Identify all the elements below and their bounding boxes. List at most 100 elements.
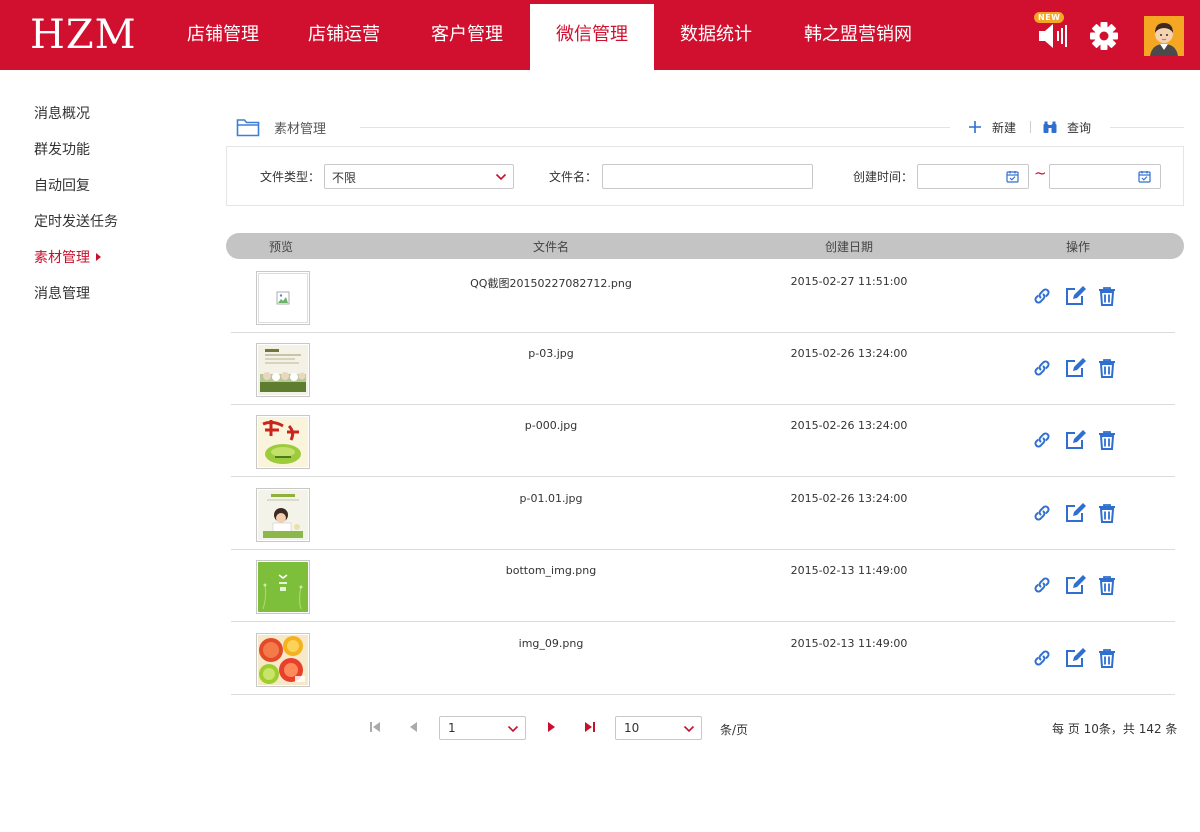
trash-icon[interactable] — [1096, 647, 1118, 669]
thumbnail-fruit[interactable] — [256, 633, 310, 687]
table-row: p-03.jpg 2015-02-26 13:24:00 — [231, 333, 1175, 405]
nav-data-statistics[interactable]: 数据统计 — [654, 4, 778, 70]
calendar-icon[interactable] — [1138, 170, 1151, 183]
created-time-label: 创建时间： — [853, 170, 914, 184]
start-date-input[interactable] — [917, 164, 1029, 189]
edit-icon[interactable] — [1064, 357, 1086, 379]
created-date-cell: 2015-02-13 11:49:00 — [790, 637, 908, 650]
chevron-down-icon — [495, 173, 507, 181]
thumbnail-green[interactable] — [256, 560, 310, 614]
column-header-created-date[interactable]: 创建日期 — [825, 238, 873, 255]
new-badge: NEW — [1034, 12, 1065, 23]
edit-icon[interactable] — [1064, 502, 1086, 524]
table-row: p-01.01.jpg 2015-02-26 13:24:00 — [231, 478, 1175, 550]
logo: HZM — [30, 12, 137, 58]
new-button[interactable]: 新建 — [968, 118, 1016, 136]
sidebar-item-material-management[interactable]: 素材管理 — [34, 240, 184, 276]
file-type-select[interactable]: 不限 — [324, 164, 514, 189]
file-type-label: 文件类型： — [260, 170, 321, 184]
file-name-input[interactable] — [602, 164, 813, 189]
created-date-cell: 2015-02-26 13:24:00 — [790, 492, 908, 505]
sidebar-item-message-overview[interactable]: 消息概况 — [34, 96, 184, 132]
edit-icon[interactable] — [1064, 429, 1086, 451]
divider — [1030, 121, 1031, 133]
created-date-cell: 2015-02-13 11:49:00 — [790, 564, 908, 577]
edit-icon[interactable] — [1064, 574, 1086, 596]
sidebar-item-scheduled-tasks[interactable]: 定时发送任务 — [34, 204, 184, 240]
next-page-icon[interactable] — [545, 719, 559, 735]
file-name-cell: p-000.jpg — [524, 419, 578, 432]
created-date-cell: 2015-02-26 13:24:00 — [790, 419, 908, 432]
binoculars-icon — [1043, 121, 1057, 133]
pagination-summary: 每 页 10条，共 142 条 — [1052, 722, 1178, 736]
trash-icon[interactable] — [1096, 357, 1118, 379]
link-icon[interactable] — [1031, 285, 1053, 307]
top-header: HZM 店铺管理 店铺运营 客户管理 微信管理 数据统计 韩之盟营销网 NEW — [0, 0, 1200, 70]
end-date-input[interactable] — [1049, 164, 1161, 189]
sidebar-item-auto-reply[interactable]: 自动回复 — [34, 168, 184, 204]
link-icon[interactable] — [1031, 647, 1053, 669]
prev-page-icon[interactable] — [406, 719, 420, 735]
sidebar-item-mass-send[interactable]: 群发功能 — [34, 132, 184, 168]
link-icon[interactable] — [1031, 357, 1053, 379]
query-button-label: 查询 — [1067, 120, 1092, 135]
date-range-separator: ~ — [1034, 164, 1047, 182]
new-button-label: 新建 — [992, 120, 1017, 135]
trash-icon[interactable] — [1096, 574, 1118, 596]
user-avatar[interactable] — [1144, 16, 1184, 56]
per-page-unit: 条/页 — [720, 723, 749, 737]
page-size-value: 10 — [624, 721, 640, 735]
page-number-value: 1 — [448, 721, 456, 735]
section-title: 素材管理 — [274, 121, 327, 137]
table-row: img_09.png 2015-02-13 11:49:00 — [231, 623, 1175, 695]
nav-customer-management[interactable]: 客户管理 — [404, 4, 530, 70]
nav-hzm-marketing[interactable]: 韩之盟营销网 — [778, 4, 938, 70]
last-page-icon[interactable] — [583, 719, 597, 735]
speaker-icon[interactable]: NEW — [1034, 12, 1070, 50]
edit-icon[interactable] — [1064, 285, 1086, 307]
thumbnail-child-reading[interactable] — [256, 488, 310, 542]
thumbnail-new-year[interactable] — [256, 415, 310, 469]
calendar-icon[interactable] — [1006, 170, 1019, 183]
trash-icon[interactable] — [1096, 285, 1118, 307]
created-date-cell: 2015-02-27 11:51:00 — [790, 275, 908, 288]
file-name-cell: img_09.png — [518, 637, 584, 650]
trash-icon[interactable] — [1096, 429, 1118, 451]
caret-right-icon — [96, 253, 101, 261]
sidebar-item-message-management[interactable]: 消息管理 — [34, 276, 184, 312]
query-button[interactable]: 查询 — [1043, 118, 1091, 136]
file-type-value: 不限 — [332, 171, 357, 185]
main-nav: 店铺管理 店铺运营 客户管理 微信管理 数据统计 韩之盟营销网 — [162, 4, 938, 70]
nav-wechat-management[interactable]: 微信管理 — [530, 4, 654, 70]
table-row: QQ截图20150227082712.png 2015-02-27 11:51:… — [231, 261, 1175, 333]
file-name-cell: p-03.jpg — [528, 347, 574, 360]
filter-bar: 文件类型： 不限 文件名： 创建时间： ~ — [226, 146, 1184, 206]
link-icon[interactable] — [1031, 502, 1053, 524]
thumbnail-newsletter[interactable] — [256, 343, 310, 397]
column-header-file-name[interactable]: 文件名 — [533, 238, 569, 255]
table-row: p-000.jpg 2015-02-26 13:24:00 — [231, 405, 1175, 477]
table-row: bottom_img.png 2015-02-13 11:49:00 — [231, 550, 1175, 622]
file-name-cell: QQ截图20150227082712.png — [470, 277, 632, 290]
file-name-cell: p-01.01.jpg — [519, 492, 583, 505]
page-number-select[interactable]: 1 — [439, 716, 526, 740]
created-date-cell: 2015-02-26 13:24:00 — [790, 347, 908, 360]
chevron-down-icon — [507, 725, 519, 733]
nav-store-management[interactable]: 店铺管理 — [162, 4, 284, 70]
nav-store-operation[interactable]: 店铺运营 — [284, 4, 404, 70]
first-page-icon[interactable] — [368, 719, 382, 735]
chevron-down-icon — [683, 725, 695, 733]
divider — [1110, 127, 1184, 128]
gear-icon[interactable] — [1089, 21, 1119, 51]
sidebar: 消息概况 群发功能 自动回复 定时发送任务 素材管理 消息管理 — [34, 96, 184, 312]
section-header: 素材管理 — [236, 116, 326, 138]
thumbnail-broken-image[interactable] — [256, 271, 310, 325]
link-icon[interactable] — [1031, 574, 1053, 596]
divider — [360, 127, 950, 128]
column-header-preview: 预览 — [268, 240, 294, 254]
page-size-select[interactable]: 10 — [615, 716, 702, 740]
trash-icon[interactable] — [1096, 502, 1118, 524]
edit-icon[interactable] — [1064, 647, 1086, 669]
link-icon[interactable] — [1031, 429, 1053, 451]
sidebar-item-label: 素材管理 — [34, 250, 90, 266]
